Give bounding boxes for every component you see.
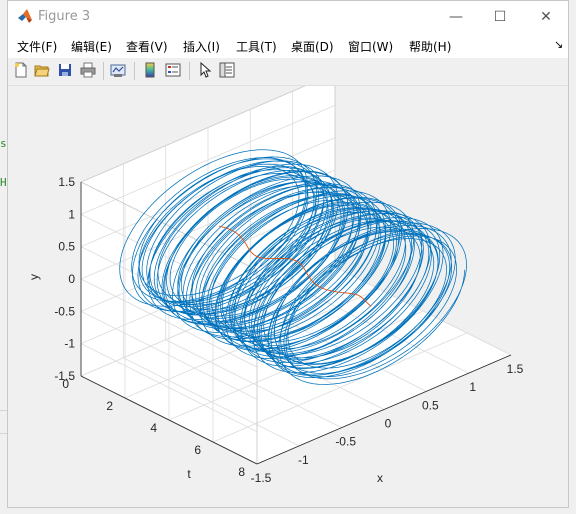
menu-help[interactable]: 帮助(H) xyxy=(409,38,451,55)
menu-tools[interactable]: 工具(T) xyxy=(236,38,277,55)
menu-desktop[interactable]: 桌面(D) xyxy=(291,38,334,55)
background-divider xyxy=(0,433,7,434)
dock-figure-icon[interactable]: ↘ xyxy=(554,38,563,51)
menu-edit[interactable]: 编辑(E) xyxy=(71,38,112,55)
window-title: Figure 3 xyxy=(38,9,91,24)
background-text-fragment: H xyxy=(0,176,7,189)
t-tick-label: 8 xyxy=(238,465,245,479)
x-axis-label: x xyxy=(377,471,383,485)
x-tick-label: -0.5 xyxy=(335,435,356,449)
legend-icon[interactable] xyxy=(164,61,182,79)
title-bar[interactable]: Figure 3 — ☐ ✕ xyxy=(8,1,568,32)
save-icon[interactable] xyxy=(56,61,74,79)
menu-window[interactable]: 窗口(W) xyxy=(348,38,393,55)
toolbar-separator xyxy=(103,62,104,80)
y-axis-label: y xyxy=(27,274,41,280)
x-tick-label: 1 xyxy=(469,380,476,394)
background-divider xyxy=(0,410,7,411)
maximize-button[interactable]: ☐ xyxy=(477,1,523,32)
menu-view[interactable]: 查看(V) xyxy=(126,38,168,55)
y-tick-label: 0.5 xyxy=(58,240,75,254)
close-button[interactable]: ✕ xyxy=(523,1,569,32)
minimize-button[interactable]: — xyxy=(433,1,479,32)
plot-3d-axes[interactable]: -1.5-1-0.500.511.502468 -1.5-1-0.500.511.… xyxy=(8,72,568,507)
menu-file[interactable]: 文件(F) xyxy=(17,38,57,55)
link-plot-icon[interactable] xyxy=(109,61,127,79)
new-figure-icon[interactable] xyxy=(12,61,30,79)
figure-toolbar xyxy=(8,58,568,86)
figure-window: Figure 3 — ☐ ✕ 文件(F) 编辑(E) 查看(V) 插入(I) 工… xyxy=(7,0,569,508)
y-tick-label: 1 xyxy=(68,207,75,221)
x-tick-label: 1.5 xyxy=(507,362,524,376)
y-tick-label: -1 xyxy=(64,337,75,351)
x-tick-label: 0.5 xyxy=(422,398,439,412)
t-tick-label: 4 xyxy=(150,421,157,435)
print-icon[interactable] xyxy=(79,61,97,79)
t-axis-label: t xyxy=(187,467,191,481)
menu-bar: 文件(F) 编辑(E) 查看(V) 插入(I) 工具(T) 桌面(D) 窗口(W… xyxy=(8,32,568,58)
property-editor-icon[interactable] xyxy=(218,61,236,79)
y-tick-label: -0.5 xyxy=(54,304,75,318)
y-tick-label: 1.5 xyxy=(58,175,75,189)
toolbar-separator xyxy=(189,62,190,80)
x-tick-label: -1 xyxy=(298,453,309,467)
t-tick-label: 2 xyxy=(106,399,113,413)
colorbar-icon[interactable] xyxy=(141,61,159,79)
toolbar-separator xyxy=(134,62,135,80)
open-file-icon[interactable] xyxy=(33,61,51,79)
x-tick-label: -1.5 xyxy=(251,471,272,485)
y-tick-label: 0 xyxy=(68,272,75,286)
x-tick-label: 0 xyxy=(385,417,392,431)
t-tick-label: 0 xyxy=(62,377,69,391)
t-tick-label: 6 xyxy=(194,443,201,457)
menu-insert[interactable]: 插入(I) xyxy=(183,38,220,55)
background-text-fragment: s xyxy=(0,137,7,150)
pointer-icon[interactable] xyxy=(196,61,214,79)
matlab-logo-icon xyxy=(17,8,33,24)
figure-canvas: -1.5 -1 -0.5 0 0.5 1 1.5 0 2 4 6 8 -1.5 -1 -0.5 0 0.5 1 1.… xyxy=(8,72,568,507)
